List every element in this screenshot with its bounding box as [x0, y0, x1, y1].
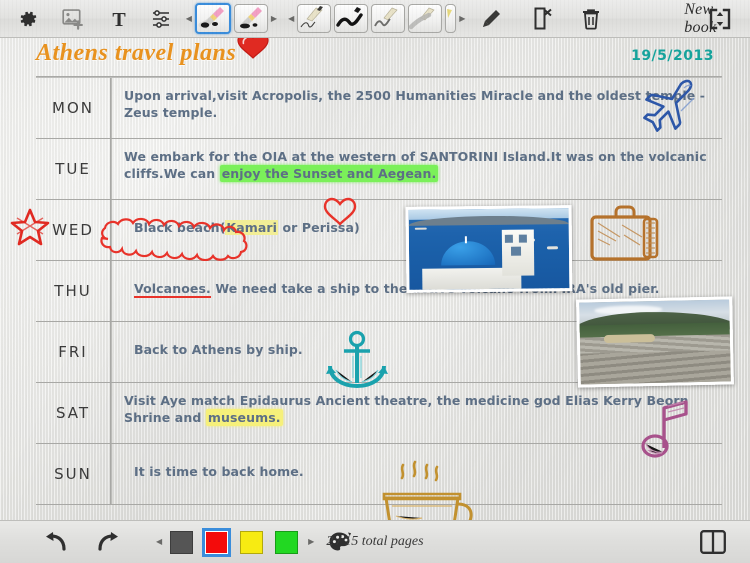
stroke-bold[interactable] — [334, 4, 369, 33]
day-label-sat: SAT — [55, 404, 91, 422]
stroke-thin[interactable] — [297, 4, 332, 33]
table-row[interactable]: MON Upon arrival,visit Acropolis, the 25… — [36, 78, 722, 139]
stroke-group-right-arrow[interactable]: ▶ — [459, 14, 465, 23]
entry-tue[interactable]: We embark for the OIA at the western of … — [112, 139, 722, 199]
entry-text: Black beach( — [134, 220, 226, 235]
page-date: 19/5/2013 — [631, 48, 714, 64]
entry-mon[interactable]: Upon arrival,visit Acropolis, the 2500 H… — [112, 78, 722, 138]
table-row[interactable]: TUE We embark for the OIA at the western… — [36, 139, 722, 200]
svg-text:T: T — [112, 9, 126, 30]
stroke-brush[interactable] — [408, 4, 443, 33]
notebook-app: T ◀ ▶ ◀ ▶ New book Athens travel plans 1… — [0, 0, 750, 563]
settings-icon[interactable] — [14, 5, 42, 33]
day-label-fri: FRI — [58, 343, 88, 361]
top-toolbar: T ◀ ▶ ◀ ▶ New book — [0, 0, 750, 38]
bottom-toolbar: ◀ ▶ 2 / 15 total pages — [0, 520, 750, 563]
entry-underlined-red: Volcanoes. — [134, 281, 211, 298]
pen-group-left-arrow[interactable]: ◀ — [186, 14, 192, 23]
entry-highlight-green: enjoy the Sunset and Aegean. — [219, 165, 439, 182]
day-label-thu: THU — [54, 282, 92, 300]
day-label-tue: TUE — [55, 160, 91, 178]
pen-style-1[interactable] — [194, 3, 231, 34]
trash-icon[interactable] — [578, 5, 604, 33]
entry-sun[interactable]: It is time to back home. — [112, 444, 722, 504]
stroke-style-group — [297, 4, 457, 33]
pen-group-right-arrow[interactable]: ▶ — [271, 14, 277, 23]
page-indicator: 2 / 15 total pages — [326, 534, 424, 549]
day-label-sun: SUN — [54, 465, 92, 483]
entry-text: It is time to back home. — [134, 464, 304, 479]
text-tool-icon[interactable]: T — [106, 5, 132, 33]
entry-text-cont: or Perissa) — [278, 220, 360, 235]
table-row[interactable]: WED Black beach(Kamari or Perissa) — [36, 200, 722, 261]
entry-text: Upon arrival,visit Acropolis, the 2500 H… — [124, 88, 706, 120]
page-title: Athens travel plans — [36, 40, 237, 66]
schedule-table: MON Upon arrival,visit Acropolis, the 25… — [36, 78, 722, 505]
photo-santorini[interactable] — [405, 205, 573, 293]
stroke-more[interactable] — [445, 4, 457, 33]
adjustments-icon[interactable] — [148, 5, 174, 33]
stroke-group-left-arrow[interactable]: ◀ — [288, 14, 294, 23]
day-label-mon: MON — [52, 99, 94, 117]
entry-sat[interactable]: Visit Aye match Epidaurus Ancient theatr… — [112, 383, 722, 443]
entry-highlight-yellow: museums. — [205, 409, 283, 426]
entry-highlight-yellow-soft: Kamari — [225, 220, 279, 235]
book-view-icon[interactable] — [698, 528, 728, 556]
add-image-icon[interactable] — [60, 5, 88, 33]
stroke-medium[interactable] — [371, 4, 406, 33]
table-row[interactable]: SUN It is time to back home. — [36, 444, 722, 505]
photo-epidaurus[interactable] — [576, 296, 734, 388]
fullscreen-icon[interactable] — [706, 5, 734, 33]
clear-page-icon[interactable] — [530, 5, 556, 33]
table-row[interactable]: SAT Visit Aye match Epidaurus Ancient th… — [36, 383, 722, 444]
day-label-wed: WED — [52, 221, 94, 239]
pencil-icon[interactable] — [478, 5, 504, 33]
entry-text: Back to Athens by ship. — [134, 342, 303, 357]
pen-style-2[interactable] — [233, 4, 268, 33]
pen-style-group — [194, 3, 268, 34]
